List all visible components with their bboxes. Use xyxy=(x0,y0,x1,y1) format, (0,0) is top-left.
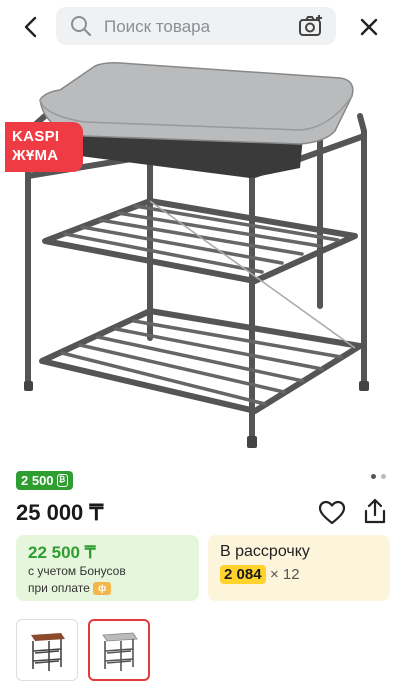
installment-title: В рассрочку xyxy=(220,543,310,560)
bonus-price-card[interactable]: 22 500 ₸ с учетом Бонусов при оплате ф xyxy=(16,535,199,601)
thumbnail-grey-seat[interactable] xyxy=(88,619,150,681)
bonus-price-payment: при оплате ф xyxy=(28,580,187,597)
thumbnail-image xyxy=(31,633,65,671)
bonus-badge: 2 500 ₿ xyxy=(16,471,73,490)
bonus-amount: 2 500 xyxy=(21,473,54,488)
bonus-payment-label: при оплате xyxy=(28,581,90,595)
favorite-button[interactable] xyxy=(318,500,346,531)
arrow-left-icon xyxy=(24,16,37,38)
close-button[interactable] xyxy=(352,10,386,44)
product-image xyxy=(24,62,369,448)
thumbnail-strip xyxy=(16,619,150,681)
thumbnail-image xyxy=(102,632,138,671)
search-placeholder: Поиск товара xyxy=(104,17,211,36)
kaspi-pay-icon: ф xyxy=(93,582,112,596)
installment-card[interactable]: В рассрочку 2 084 × 12 xyxy=(208,535,390,601)
bonus-coin-icon: ₿ xyxy=(56,474,68,487)
promo-badge: KASPI ЖҰМА xyxy=(5,122,83,172)
close-icon xyxy=(360,18,378,36)
installment-amount: 2 084 xyxy=(220,565,266,584)
promo-line1: KASPI xyxy=(12,128,60,145)
share-icon xyxy=(364,498,386,524)
bonus-price-note: с учетом Бонусов xyxy=(28,564,126,578)
bonus-price: 22 500 ₸ xyxy=(28,543,96,562)
heart-icon xyxy=(318,500,346,525)
top-bar: Поиск товара xyxy=(0,0,407,56)
pagination-dot xyxy=(381,474,386,479)
search-bar[interactable]: Поиск товара xyxy=(56,7,336,45)
camera-search-icon[interactable] xyxy=(298,13,324,39)
installment-multiplier: × 12 xyxy=(270,566,300,583)
gallery-pagination xyxy=(371,474,386,479)
share-button[interactable] xyxy=(362,498,388,531)
product-photo[interactable] xyxy=(0,56,407,461)
product-price: 25 000 ₸ xyxy=(16,500,104,525)
search-icon xyxy=(71,16,92,37)
back-button[interactable] xyxy=(14,10,48,44)
thumbnail-brown-seat[interactable] xyxy=(16,619,78,681)
promo-line2: ЖҰМА xyxy=(12,147,59,164)
pagination-dot xyxy=(371,474,376,479)
